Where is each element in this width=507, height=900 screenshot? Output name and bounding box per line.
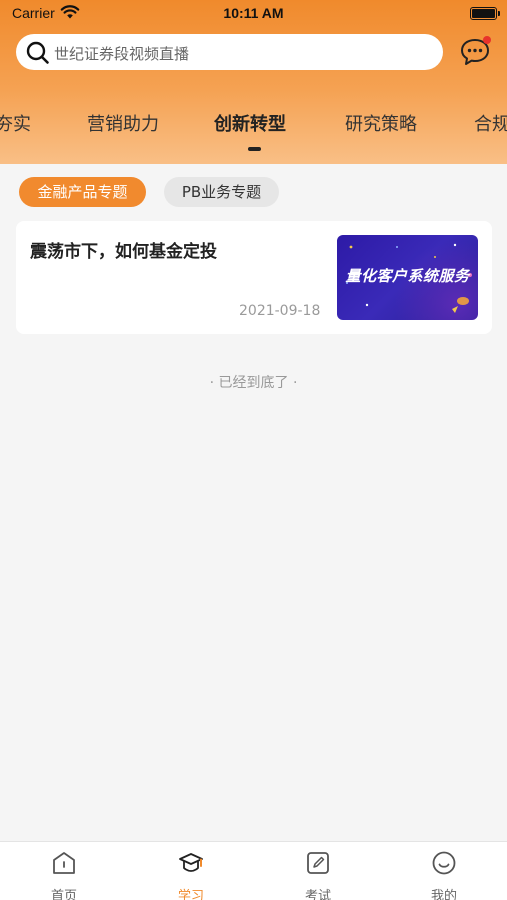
tabbar-home[interactable]: 首页 (24, 850, 104, 900)
tab-category-1[interactable]: 夯实 (0, 110, 31, 136)
tab-category-2[interactable]: 营销助力 (87, 110, 159, 136)
clock: 10:11 AM (223, 5, 284, 21)
article-card[interactable]: 震荡市下，如何基金定投 2021-09-18 量化客户系统服务 (16, 221, 492, 334)
tabbar-exam-label: 考试 (304, 889, 331, 900)
status-bar: Carrier 10:11 AM (0, 0, 507, 28)
tabbar-exam[interactable]: 考试 (278, 850, 358, 900)
tabbar-profile-label: 我的 (430, 889, 457, 900)
notification-badge (483, 36, 491, 44)
search-input[interactable]: 世纪证券段视频直播 (16, 34, 443, 70)
article-date: 2021-09-18 (239, 303, 321, 319)
subtab-financial-products[interactable]: 金融产品专题 (19, 177, 146, 207)
article-title: 震荡市下，如何基金定投 (30, 242, 217, 262)
tabbar-home-label: 首页 (50, 889, 77, 900)
edit-icon (307, 852, 329, 874)
tab-category-4[interactable]: 研究策略 (345, 110, 417, 136)
search-icon (26, 41, 49, 64)
tab-category-5[interactable]: 合规 (474, 110, 507, 136)
tabbar-study-label: 学习 (177, 889, 204, 900)
home-icon (53, 852, 75, 874)
search-placeholder: 世纪证券段视频直播 (54, 45, 190, 63)
tabbar-profile[interactable]: 我的 (404, 850, 484, 900)
subtab-pb-business[interactable]: PB业务专题 (164, 177, 279, 207)
graduation-cap-icon (179, 853, 203, 872)
bottom-tabbar: 首页 学习 考试 我的 (0, 841, 507, 900)
thumbnail-text: 量化客户系统服务 (345, 267, 470, 285)
tabbar-study[interactable]: 学习 (151, 850, 231, 900)
list-end-note: · 已经到底了 · (209, 375, 298, 391)
tab-category-3[interactable]: 创新转型 (214, 110, 286, 136)
battery-icon (470, 7, 500, 20)
tab-indicator (248, 147, 261, 151)
article-thumbnail: 量化客户系统服务 (337, 235, 478, 320)
smile-icon (432, 851, 456, 875)
header: Carrier 10:11 AM 世纪证券段视频直播 夯实 营销助力 创新转型 … (0, 0, 507, 164)
